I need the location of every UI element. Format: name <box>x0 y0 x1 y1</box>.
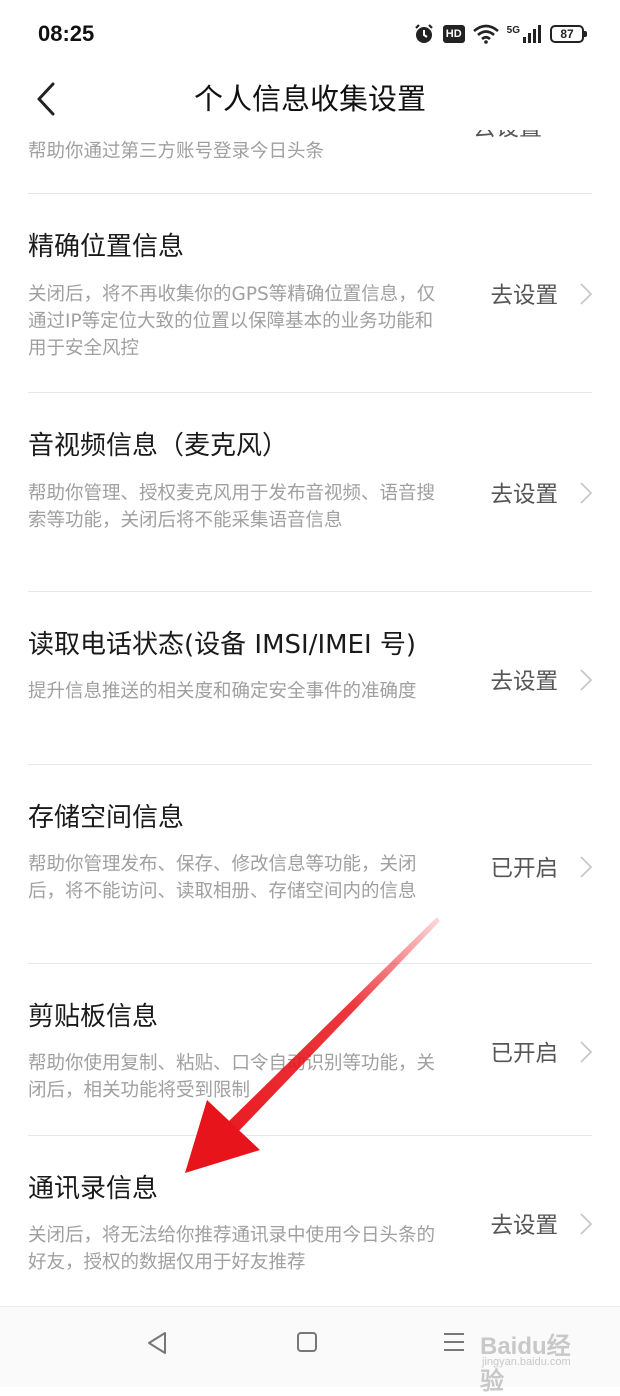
action-label: 去设置 <box>490 482 558 508</box>
status-icons: HD 5G 87 <box>413 23 587 45</box>
item-description: 帮助你使用复制、粘贴、口令自动识别等功能，关闭后，相关功能将受到限制 <box>28 1053 436 1101</box>
action-label: 已开启 <box>490 1041 558 1067</box>
status-bar: 08:25 HD 5G 87 <box>0 0 620 68</box>
list-item-partial[interactable]: 去设置 帮助你通过第三方账号登录今日头条 <box>28 130 592 194</box>
item-description: 帮助你通过第三方账号登录今日头条 <box>28 141 325 162</box>
status-time: 08:25 <box>38 21 95 46</box>
go-settings-button[interactable]: 去设置 <box>490 1208 592 1240</box>
list-item-phone-state[interactable]: 读取电话状态(设备 IMSI/IMEI 号) 提升信息推送的相关度和确定安全事件… <box>28 592 592 765</box>
enabled-status-button[interactable]: 已开启 <box>490 851 592 883</box>
chevron-right-icon <box>580 856 592 878</box>
system-back-button[interactable] <box>146 1331 168 1359</box>
page-title: 个人信息收集设置 <box>193 82 426 116</box>
action-label: 已开启 <box>490 856 558 882</box>
wifi-icon <box>472 24 499 44</box>
settings-list[interactable]: 去设置 帮助你通过第三方账号登录今日头条 精确位置信息 关闭后，将不再收集你的G… <box>0 130 620 1306</box>
item-description: 提升信息推送的相关度和确定安全事件的准确度 <box>28 681 417 702</box>
item-title: 剪贴板信息 <box>28 1002 159 1032</box>
watermark-sub-text: jingyan.baidu.com <box>482 1356 571 1368</box>
5g-signal-icon: 5G <box>507 24 542 44</box>
action-label: 去设置 <box>490 669 558 695</box>
chevron-right-icon <box>580 482 592 504</box>
item-description: 关闭后，将不再收集你的GPS等精确位置信息，仅通过IP等定位大致的位置以保障基本… <box>28 284 436 359</box>
home-square-icon <box>297 1332 317 1352</box>
battery-indicator: 87 <box>550 25 587 43</box>
item-title: 读取电话状态(设备 IMSI/IMEI 号) <box>28 630 417 660</box>
item-description: 关闭后，将无法给你推荐通讯录中使用今日头条的好友，授权的数据仅用于好友推荐 <box>28 1225 436 1273</box>
list-item-contacts[interactable]: 通讯录信息 关闭后，将无法给你推荐通讯录中使用今日头条的好友，授权的数据仅用于好… <box>28 1136 592 1306</box>
alarm-icon <box>414 24 433 43</box>
go-settings-button[interactable]: 去设置 <box>490 664 592 696</box>
system-home-button[interactable] <box>296 1331 318 1357</box>
hd-icon: HD <box>442 25 465 43</box>
go-settings-button[interactable]: 去设置 <box>490 477 592 509</box>
list-item-microphone[interactable]: 音视频信息（麦克风） 帮助你管理、授权麦克风用于发布音视频、语音搜索等功能，关闭… <box>28 393 592 592</box>
baidu-watermark: Baidu经验 jingyan.baidu.com <box>462 1326 592 1395</box>
chevron-right-icon <box>580 1041 592 1063</box>
action-label: 去设置 <box>490 283 558 309</box>
item-title: 音视频信息（麦克风） <box>28 431 289 461</box>
chevron-right-icon <box>580 669 592 691</box>
chevron-right-icon <box>580 283 592 305</box>
title-bar: 个人信息收集设置 <box>0 68 620 130</box>
chevron-right-icon <box>580 1213 592 1235</box>
back-triangle-icon <box>148 1332 166 1354</box>
item-title: 精确位置信息 <box>28 232 185 262</box>
enabled-status-button[interactable]: 已开启 <box>490 1036 592 1068</box>
item-title: 存储空间信息 <box>28 803 185 833</box>
list-item-clipboard[interactable]: 剪贴板信息 帮助你使用复制、粘贴、口令自动识别等功能，关闭后，相关功能将受到限制… <box>28 964 592 1136</box>
action-label-partial: 去设置 <box>473 130 542 142</box>
go-settings-button[interactable]: 去设置 <box>490 278 592 310</box>
list-item-location[interactable]: 精确位置信息 关闭后，将不再收集你的GPS等精确位置信息，仅通过IP等定位大致的… <box>28 194 592 393</box>
list-item-storage[interactable]: 存储空间信息 帮助你管理发布、保存、修改信息等功能，关闭后，将不能访问、读取相册… <box>28 765 592 964</box>
item-title: 通讯录信息 <box>28 1174 159 1204</box>
item-description: 帮助你管理、授权麦克风用于发布音视频、语音搜索等功能，关闭后将不能采集语音信息 <box>28 483 436 531</box>
action-label: 去设置 <box>490 1213 558 1239</box>
item-description: 帮助你管理发布、保存、修改信息等功能，关闭后，将不能访问、读取相册、存储空间内的… <box>28 854 417 902</box>
